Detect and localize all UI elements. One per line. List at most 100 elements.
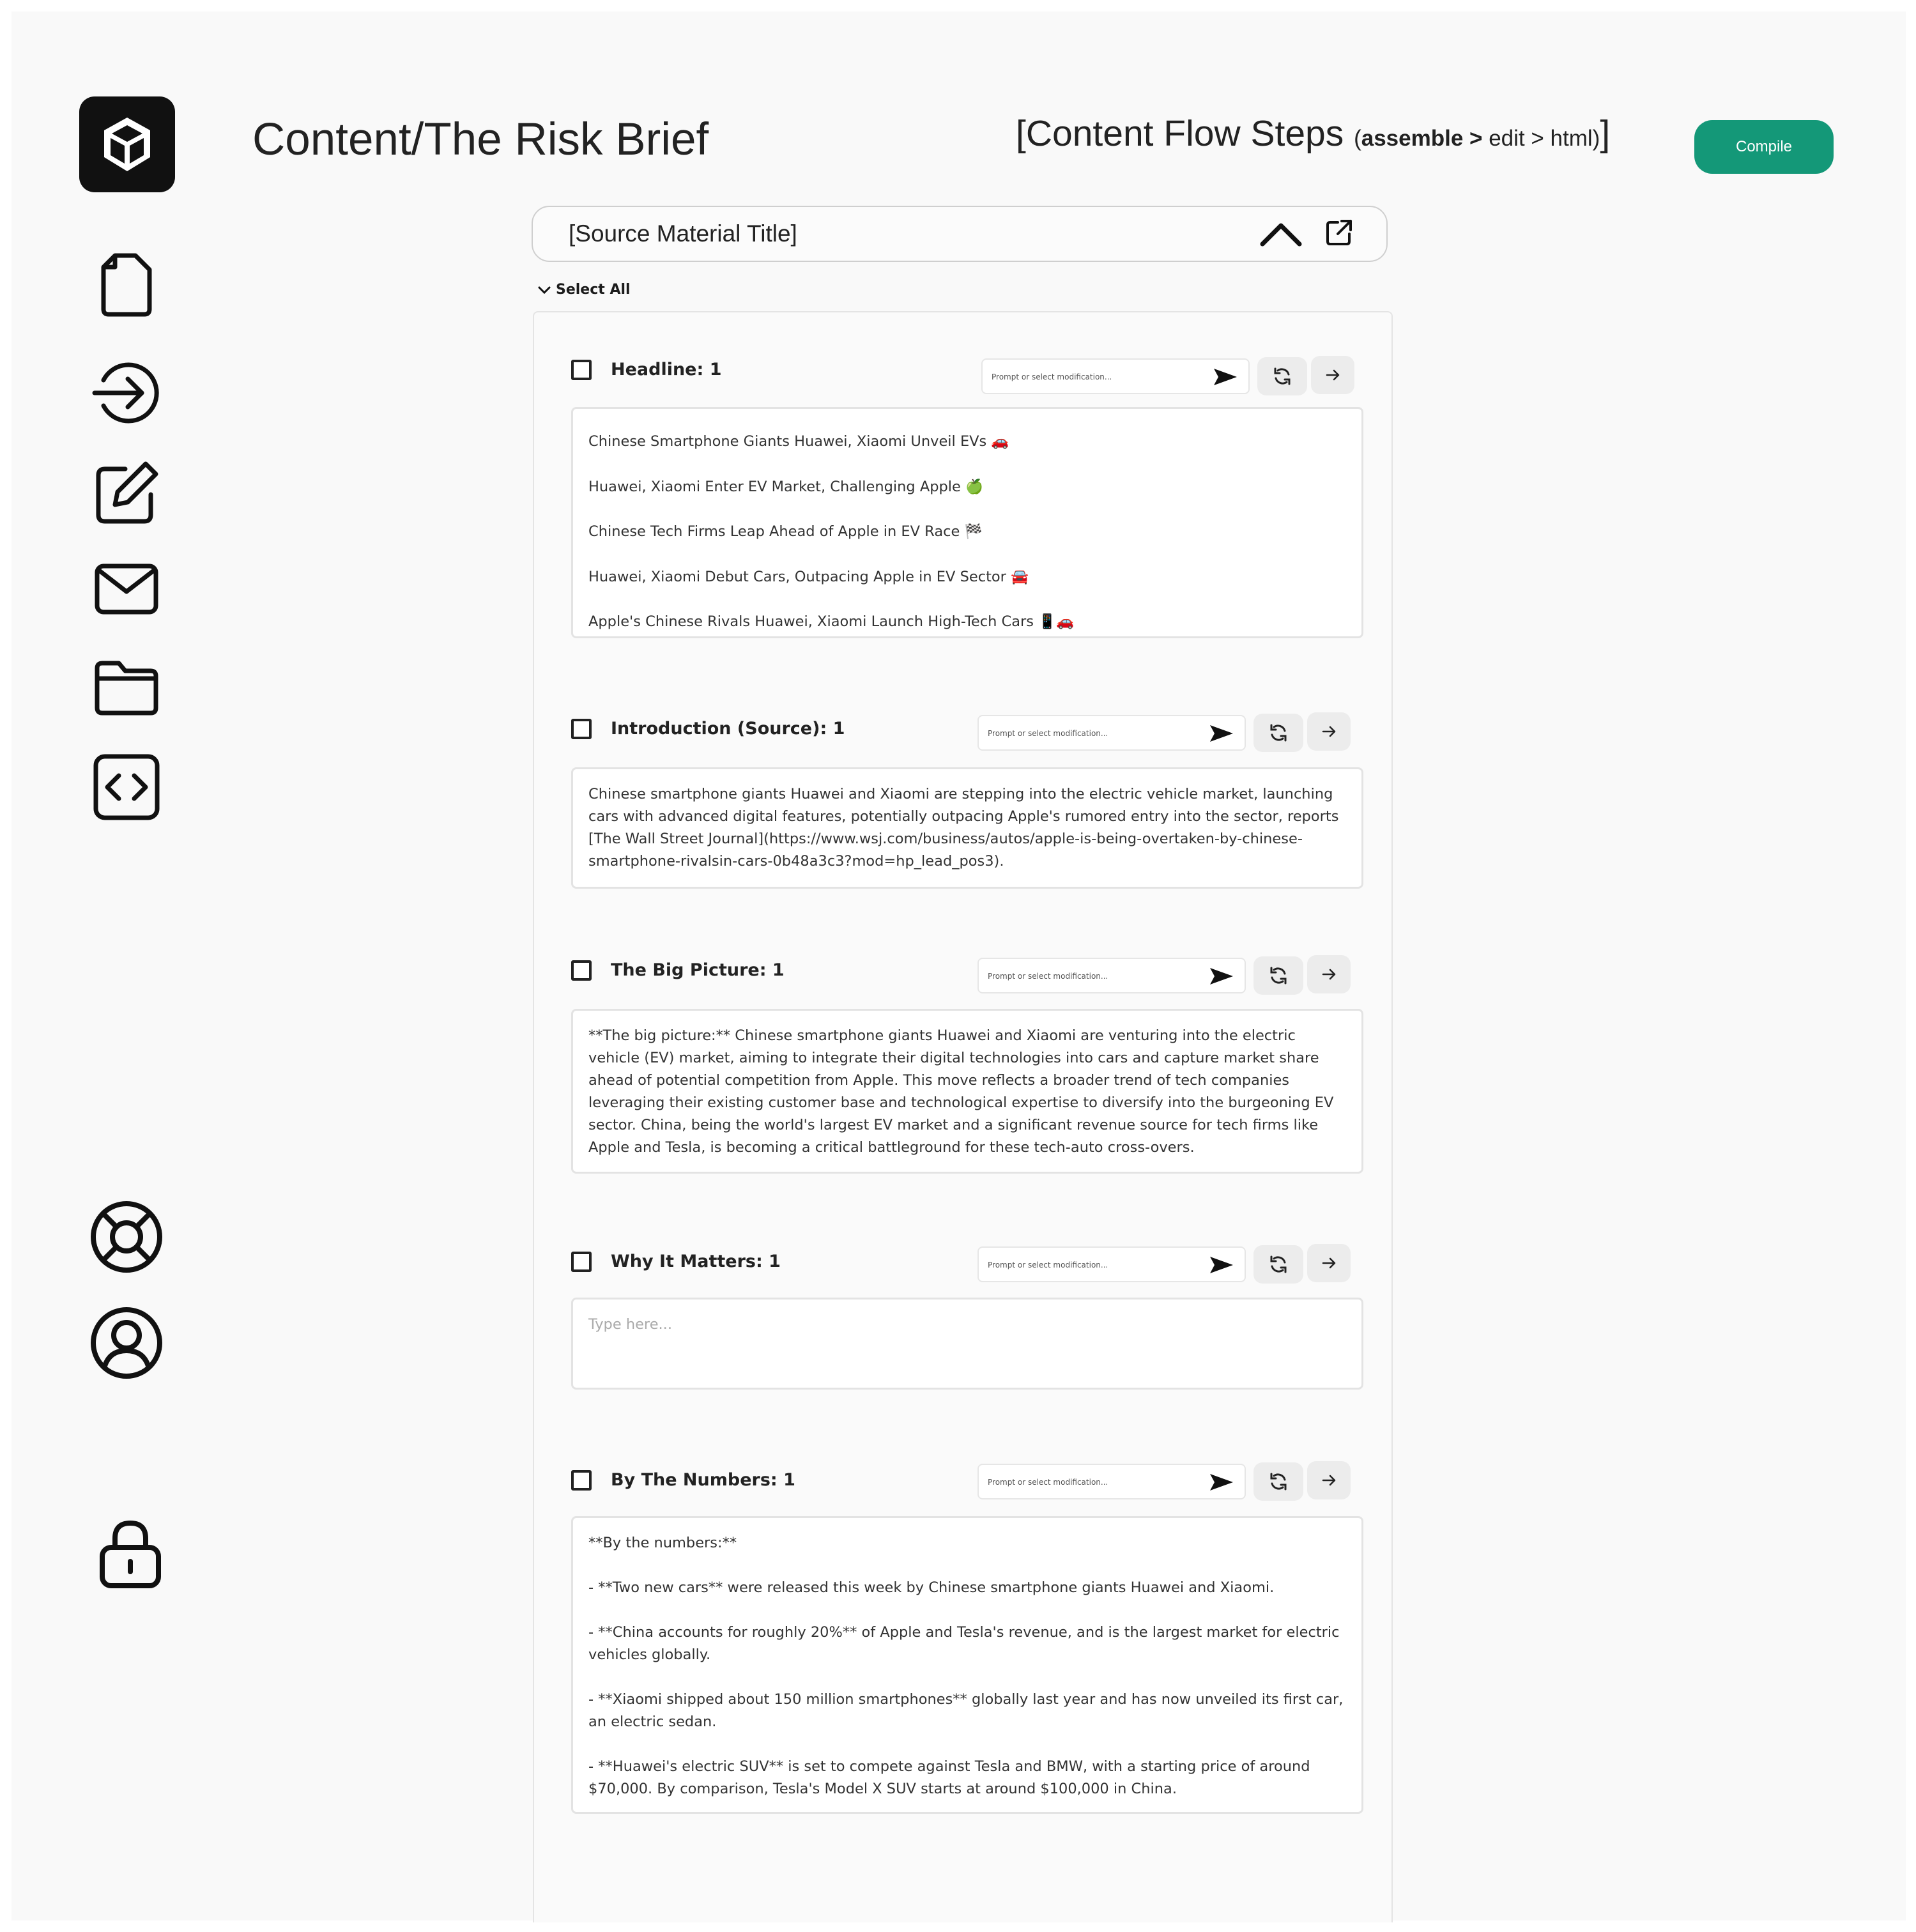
headline-option[interactable]: Chinese Smartphone Giants Huawei, Xiaomi…	[588, 419, 1346, 464]
arrow-right-icon	[1322, 1475, 1336, 1486]
headline-forward-button[interactable]	[1311, 356, 1354, 394]
refresh-icon	[1270, 1255, 1287, 1273]
big-picture-content[interactable]: **The big picture:** Chinese smartphone …	[571, 1009, 1363, 1174]
flow-paren-open: (	[1354, 126, 1361, 151]
flow-open: [Content Flow Steps	[1016, 113, 1354, 154]
code-icon	[93, 754, 160, 820]
introduction-prompt[interactable]	[977, 715, 1246, 751]
by-the-numbers-item: - **Two new cars** were released this we…	[588, 1579, 1275, 1596]
by-the-numbers-heading: **By the numbers:**	[588, 1535, 737, 1551]
introduction-forward-button[interactable]	[1307, 712, 1351, 751]
flow-step-html[interactable]: html	[1551, 126, 1593, 151]
nav-account[interactable]	[88, 1305, 165, 1381]
source-material-bar[interactable]: [Source Material Title]	[532, 206, 1388, 262]
why-it-matters-checkbox[interactable]	[571, 1252, 592, 1272]
content-panel: Headline: 1 Chinese Smartphone Giants Hu…	[533, 311, 1393, 1922]
nav-edit[interactable]	[88, 455, 165, 532]
by-the-numbers-prompt-input[interactable]	[986, 1474, 1206, 1491]
send-icon[interactable]	[1209, 967, 1234, 986]
arrow-right-icon	[1322, 1257, 1336, 1269]
by-the-numbers-regenerate-button[interactable]	[1253, 1462, 1303, 1501]
flow-sep-1: >	[1463, 126, 1489, 151]
why-it-matters-input[interactable]: Type here...	[571, 1298, 1363, 1390]
content-flow-steps: [Content Flow Steps (assemble > edit > h…	[1016, 112, 1610, 155]
big-picture-prompt-input[interactable]	[986, 968, 1206, 985]
compile-button[interactable]: Compile	[1694, 120, 1834, 174]
arrow-right-icon	[1326, 369, 1340, 381]
by-the-numbers-item: - **Xiaomi shipped about 150 million sma…	[588, 1691, 1344, 1730]
introduction-regenerate-button[interactable]	[1253, 714, 1303, 752]
by-the-numbers-prompt[interactable]	[977, 1464, 1246, 1499]
nav-documents[interactable]	[88, 247, 165, 323]
app-logo[interactable]	[79, 96, 175, 192]
document-icon	[101, 253, 152, 317]
headline-prompt[interactable]	[981, 358, 1250, 394]
introduction-checkbox[interactable]	[571, 719, 592, 739]
cube-logo-icon	[104, 118, 150, 171]
by-the-numbers-item: - **China accounts for roughly 20%** of …	[588, 1624, 1340, 1663]
nav-help[interactable]	[88, 1199, 165, 1275]
flow-close: ]	[1600, 113, 1611, 154]
import-arrow-icon	[92, 362, 159, 424]
why-it-matters-regenerate-button[interactable]	[1253, 1245, 1303, 1284]
by-the-numbers-content[interactable]: **By the numbers:** - **Two new cars** w…	[571, 1516, 1363, 1814]
nav-folder[interactable]	[88, 649, 165, 726]
nav-mail[interactable]	[88, 551, 165, 627]
lock-icon	[100, 1521, 161, 1588]
flow-paren-close: )	[1592, 126, 1600, 151]
headline-regenerate-button[interactable]	[1257, 357, 1307, 395]
why-it-matters-placeholder: Type here...	[588, 1316, 672, 1333]
folder-icon	[95, 661, 158, 716]
why-it-matters-prompt-input[interactable]	[986, 1257, 1206, 1273]
send-icon[interactable]	[1209, 1255, 1234, 1275]
why-it-matters-label: Why It Matters: 1	[611, 1252, 781, 1271]
big-picture-prompt[interactable]	[977, 958, 1246, 993]
flow-step-assemble[interactable]: assemble	[1361, 126, 1464, 151]
chevron-down-icon	[538, 286, 551, 295]
mail-icon	[95, 564, 158, 615]
introduction-label: Introduction (Source): 1	[611, 719, 845, 739]
nav-code[interactable]	[88, 749, 165, 825]
headline-option[interactable]: Huawei, Xiaomi Debut Cars, Outpacing App…	[588, 555, 1346, 600]
why-it-matters-forward-button[interactable]	[1307, 1244, 1351, 1282]
introduction-content[interactable]: Chinese smartphone giants Huawei and Xia…	[571, 767, 1363, 889]
flow-sep-2: >	[1524, 126, 1551, 151]
refresh-icon	[1270, 967, 1287, 985]
introduction-prompt-input[interactable]	[986, 725, 1206, 742]
big-picture-regenerate-button[interactable]	[1253, 956, 1303, 995]
headline-content[interactable]: Chinese Smartphone Giants Huawei, Xiaomi…	[571, 407, 1363, 638]
big-picture-label: The Big Picture: 1	[611, 960, 785, 980]
send-icon[interactable]	[1213, 367, 1238, 387]
refresh-icon	[1270, 724, 1287, 742]
nav-import[interactable]	[88, 355, 165, 431]
nav-lock[interactable]	[92, 1515, 169, 1592]
headline-option[interactable]: Apple's Chinese Rivals Huawei, Xiaomi La…	[588, 599, 1346, 645]
refresh-icon	[1270, 1473, 1287, 1491]
introduction-text: Chinese smartphone giants Huawei and Xia…	[588, 786, 1339, 870]
by-the-numbers-label: By The Numbers: 1	[611, 1470, 795, 1490]
headline-option[interactable]: Huawei, Xiaomi Enter EV Market, Challeng…	[588, 464, 1346, 510]
edit-icon	[96, 461, 158, 524]
select-all-toggle[interactable]: Select All	[538, 282, 631, 298]
send-icon[interactable]	[1209, 724, 1234, 743]
send-icon[interactable]	[1209, 1473, 1234, 1492]
headline-option[interactable]: Chinese Tech Firms Leap Ahead of Apple i…	[588, 509, 1346, 555]
by-the-numbers-checkbox[interactable]	[571, 1470, 592, 1491]
chevron-up-icon[interactable]	[1259, 220, 1303, 248]
by-the-numbers-forward-button[interactable]	[1307, 1461, 1351, 1499]
arrow-right-icon	[1322, 969, 1336, 980]
help-lifebuoy-icon	[91, 1201, 162, 1273]
open-external-icon[interactable]	[1325, 218, 1353, 247]
flow-step-edit[interactable]: edit	[1489, 126, 1524, 151]
big-picture-text: **The big picture:** Chinese smartphone …	[588, 1027, 1334, 1156]
by-the-numbers-item: - **Huawei's electric SUV** is set to co…	[588, 1758, 1310, 1797]
why-it-matters-prompt[interactable]	[977, 1246, 1246, 1282]
big-picture-forward-button[interactable]	[1307, 955, 1351, 993]
headline-label: Headline: 1	[611, 360, 722, 379]
headline-prompt-input[interactable]	[990, 369, 1210, 385]
big-picture-checkbox[interactable]	[571, 960, 592, 981]
select-all-label: Select All	[556, 282, 631, 298]
source-material-title: [Source Material Title]	[569, 220, 797, 247]
arrow-right-icon	[1322, 726, 1336, 737]
headline-checkbox[interactable]	[571, 360, 592, 380]
